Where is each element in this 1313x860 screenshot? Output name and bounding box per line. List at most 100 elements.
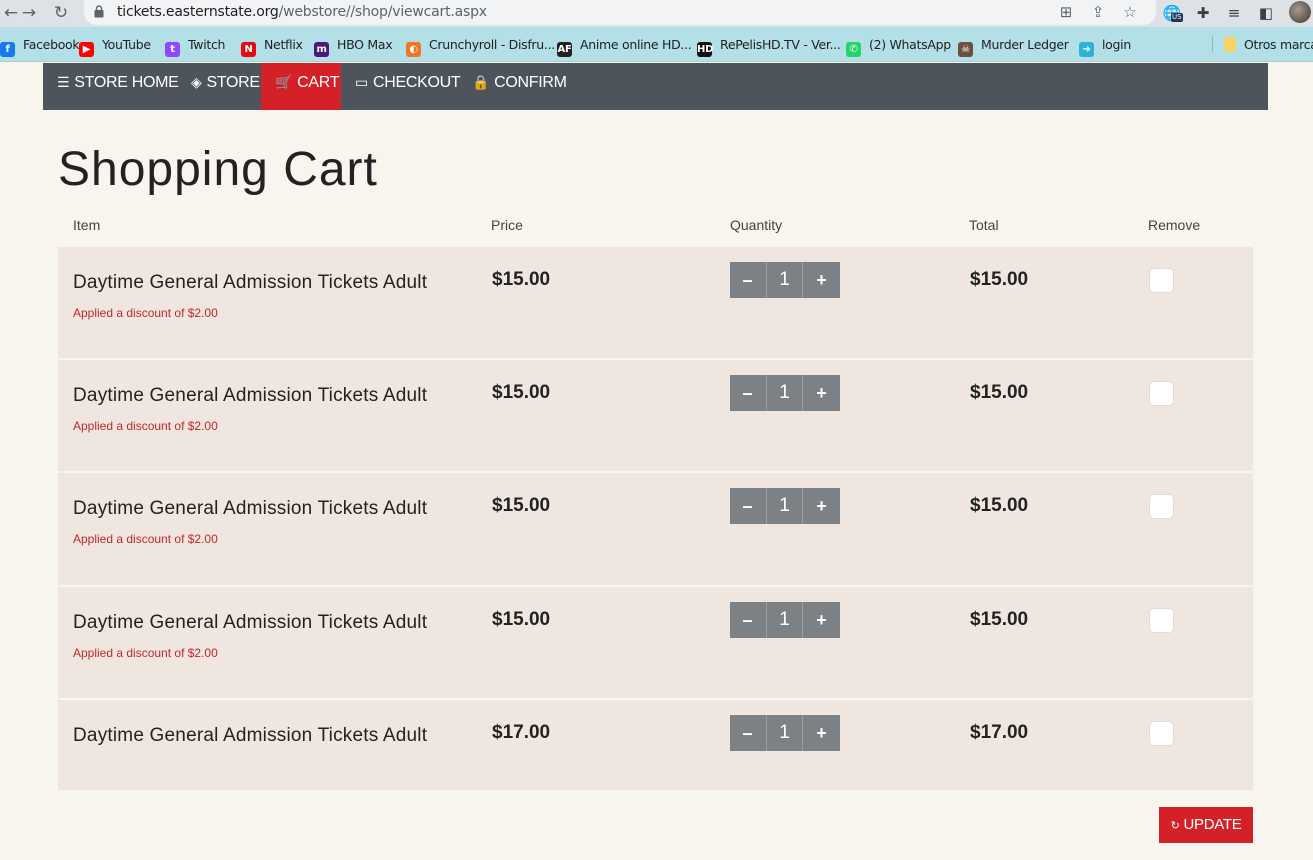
remove-checkbox[interactable] xyxy=(1149,268,1174,293)
credit-card-icon: ▭ xyxy=(355,75,368,91)
puzzle-extensions-icon[interactable]: ✚ xyxy=(1193,3,1213,23)
header-remove: Remove xyxy=(1148,217,1201,233)
bookmark-murder-ledger[interactable]: ☠ Murder Ledger xyxy=(958,36,1069,57)
star-icon[interactable]: ☆ xyxy=(1121,3,1139,21)
bookmark-repelishd-tv-ver[interactable]: HD RePelisHD.TV - Ver... xyxy=(697,36,841,57)
bookmark-label: Twitch xyxy=(188,37,226,52)
quantity-stepper: –1 + xyxy=(730,602,840,638)
item-name: Daytime General Admission Tickets Adult xyxy=(73,725,428,746)
cart-row: Daytime General Admission Tickets Adult A… xyxy=(58,587,1253,698)
increment-button[interactable]: + xyxy=(804,488,839,524)
header-item: Item xyxy=(73,217,101,233)
forward-arrow-icon[interactable]: → xyxy=(18,2,40,24)
item-total: $15.00 xyxy=(970,495,1029,516)
bookmark-label: Crunchyroll - Disfru... xyxy=(429,37,555,52)
nav-store-home[interactable]: ☰ STORE HOME xyxy=(43,63,179,110)
decrement-button[interactable]: – xyxy=(730,488,765,524)
nav-checkout[interactable]: ▭ CHECKOUT xyxy=(341,63,461,110)
bookmark-crunchyroll-disfru[interactable]: ◐ Crunchyroll - Disfru... xyxy=(406,36,555,57)
other-bookmarks[interactable]: Otros marca xyxy=(1224,36,1313,53)
lock-icon: 🔒 xyxy=(472,75,490,91)
bookmark-label: Facebook xyxy=(23,37,80,52)
item-price: $15.00 xyxy=(492,269,551,290)
nav-cart[interactable]: 🛒 CART xyxy=(261,63,341,110)
nav-label: STORE xyxy=(206,74,260,91)
quantity-value[interactable]: 1 xyxy=(766,262,803,298)
bookmark-label: HBO Max xyxy=(337,37,393,52)
quantity-value[interactable]: 1 xyxy=(766,602,803,638)
remove-checkbox[interactable] xyxy=(1149,494,1174,519)
side-panel-icon[interactable]: ◧ xyxy=(1256,3,1276,23)
item-price: $15.00 xyxy=(492,382,551,403)
refresh-icon: ↻ xyxy=(1170,819,1180,832)
item-name: Daytime General Admission Tickets Adult xyxy=(73,272,428,293)
hbomax-icon: m xyxy=(314,42,329,57)
nav-store[interactable]: ◈ STORE xyxy=(177,63,261,110)
item-total: $15.00 xyxy=(970,609,1029,630)
murder-ledger-icon: ☠ xyxy=(958,42,973,57)
profile-avatar[interactable] xyxy=(1289,1,1311,23)
quantity-value[interactable]: 1 xyxy=(766,715,803,751)
decrement-button[interactable]: – xyxy=(730,262,765,298)
item-name: Daytime General Admission Tickets Adult xyxy=(73,385,428,406)
globe-extension-icon[interactable]: 🌐US xyxy=(1162,3,1183,23)
page-title: Shopping Cart xyxy=(58,143,378,196)
decrement-button[interactable]: – xyxy=(730,375,765,411)
quantity-value[interactable]: 1 xyxy=(766,375,803,411)
repelis-icon: HD xyxy=(697,42,714,57)
remove-checkbox[interactable] xyxy=(1149,608,1174,633)
increment-button[interactable]: + xyxy=(804,602,839,638)
header-quantity: Quantity xyxy=(730,217,783,233)
bookmark-youtube[interactable]: ▶ YouTube xyxy=(79,36,151,57)
bookmark-twitch[interactable]: t Twitch xyxy=(165,36,226,57)
cart-row: Daytime General Admission Tickets Adult A… xyxy=(58,473,1253,585)
nav-confirm[interactable]: 🔒 CONFIRM xyxy=(458,63,567,110)
bookmark-label: Murder Ledger xyxy=(981,37,1069,52)
bookmark-label: (2) WhatsApp xyxy=(869,37,951,52)
browser-toolbar: ← → ↻ tickets.easternstate.org/webstore/… xyxy=(0,0,1313,27)
bookmark-label: login xyxy=(1102,37,1131,52)
url-text[interactable]: tickets.easternstate.org/webstore//shop/… xyxy=(117,4,487,20)
item-price: $15.00 xyxy=(492,495,551,516)
quantity-stepper: –1 + xyxy=(730,375,840,411)
remove-checkbox[interactable] xyxy=(1149,381,1174,406)
login-icon: ➜ xyxy=(1079,42,1094,57)
nav-label: CART xyxy=(297,74,340,91)
increment-button[interactable]: + xyxy=(804,375,839,411)
quantity-value[interactable]: 1 xyxy=(766,488,803,524)
decrement-button[interactable]: – xyxy=(730,715,765,751)
twitch-icon: t xyxy=(165,42,180,57)
cart-row: Daytime General Admission Tickets Adult A… xyxy=(58,360,1253,471)
extension-badge: US xyxy=(1171,13,1183,22)
item-price: $15.00 xyxy=(492,609,551,630)
header-total: Total xyxy=(969,217,999,233)
increment-button[interactable]: + xyxy=(804,262,839,298)
bookmark-anime-online-hd[interactable]: AF Anime online HD... xyxy=(557,36,692,57)
remove-checkbox[interactable] xyxy=(1149,721,1174,746)
nav-label: CHECKOUT xyxy=(372,74,461,91)
item-total: $17.00 xyxy=(970,722,1029,743)
tag-icon: ◈ xyxy=(191,75,202,91)
media-queue-icon[interactable]: ≡ xyxy=(1224,3,1244,23)
increment-button[interactable]: + xyxy=(804,715,839,751)
folder-icon xyxy=(1224,37,1236,52)
quantity-stepper: –1 + xyxy=(730,262,840,298)
reload-icon[interactable]: ↻ xyxy=(50,2,72,24)
animeflv-icon: AF xyxy=(557,42,572,57)
decrement-button[interactable]: – xyxy=(730,602,765,638)
bookmark-login[interactable]: ➜ login xyxy=(1079,36,1131,57)
share-icon[interactable]: ⇪ xyxy=(1089,3,1107,21)
bookmark-label: RePelisHD.TV - Ver... xyxy=(720,37,841,52)
item-price: $17.00 xyxy=(492,722,551,743)
bookmark-2-whatsapp[interactable]: ✆ (2) WhatsApp xyxy=(846,36,951,57)
item-name: Daytime General Admission Tickets Adult xyxy=(73,612,428,633)
address-bar[interactable]: tickets.easternstate.org/webstore//shop/… xyxy=(84,0,1156,25)
update-button[interactable]: ↻ UPDATE xyxy=(1159,807,1253,843)
bookmark-facebook[interactable]: f Facebook xyxy=(0,36,80,57)
bookmark-netflix[interactable]: N Netflix xyxy=(241,36,303,57)
nav-label: CONFIRM xyxy=(494,74,567,91)
bookmark-hbo-max[interactable]: m HBO Max xyxy=(314,36,393,57)
bookmark-label: YouTube xyxy=(102,37,151,52)
item-name: Daytime General Admission Tickets Adult xyxy=(73,498,428,519)
translate-icon[interactable]: ⊞ xyxy=(1057,3,1075,21)
